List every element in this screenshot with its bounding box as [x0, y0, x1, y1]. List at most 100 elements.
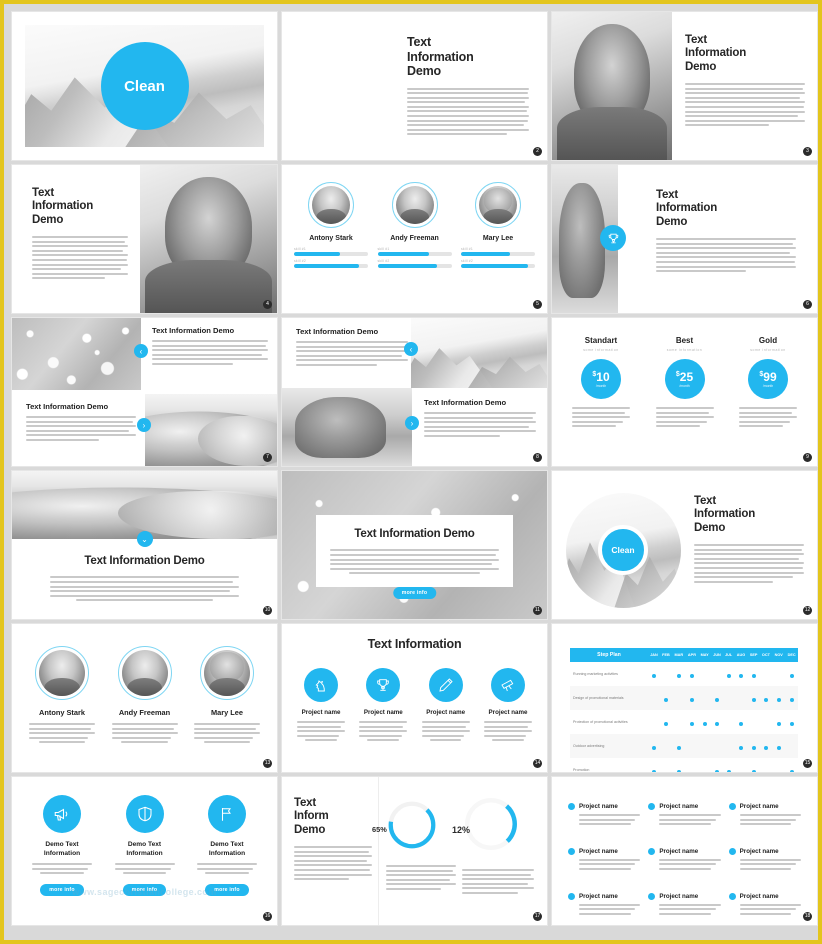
paragraph-placeholder [24, 723, 100, 744]
demo-card[interactable]: Demo Text Information more info [26, 795, 98, 897]
wave-photo [12, 471, 277, 539]
icon-feature-card[interactable]: Project name [355, 668, 411, 742]
pricing-card[interactable]: Gold some information $99 /month [731, 336, 805, 430]
slide-thumbnail-wave-hero[interactable]: ⌄ Text Information Demo 10 [12, 471, 277, 619]
slide-thumbnail-clean-circle[interactable]: Clean Text Information Demo 12 [552, 471, 817, 619]
table-cell-marker [672, 710, 686, 734]
team-member-card[interactable]: Andy Freeman skill #1 skill #2 [377, 182, 452, 268]
slide-thumbnail-donut-stats[interactable]: Text Inform Demo 65% 12% 17 [282, 777, 547, 925]
plan-period: /month [762, 383, 774, 388]
more-info-button[interactable]: more info [392, 587, 437, 599]
slide-body: Text Information Demo [685, 34, 805, 129]
table-row-label: Outdoor advertising [573, 744, 605, 748]
icon-feature-card[interactable]: Project name [480, 668, 536, 742]
more-info-button[interactable]: more info [40, 884, 84, 897]
table-cell-marker [785, 686, 798, 710]
slide-thumbnail-split-left[interactable]: Text Information Demo ‹ Text Information… [12, 318, 277, 466]
project-title: Project name [659, 803, 699, 810]
paragraph-placeholder [34, 576, 255, 602]
table-cell-marker [760, 758, 773, 772]
slide-thumbnail-step-plan[interactable]: Step Plan JAN FEB MAR APR MAY JUN JUL AU… [552, 624, 817, 772]
table-cell-marker [660, 758, 672, 772]
plan-price: 10 [596, 369, 610, 384]
table-cell-marker [711, 662, 723, 686]
project-title: Project name [579, 892, 618, 900]
project-item[interactable]: Project name [648, 892, 721, 918]
table-cell-marker [748, 662, 760, 686]
more-info-button[interactable]: more info [205, 884, 249, 897]
project-item[interactable]: Project name [568, 803, 641, 828]
slide-heading: Text Information Demo [152, 326, 235, 335]
slide-thumbnail-photo-text-1[interactable]: Text Information Demo 3 [552, 12, 817, 160]
table-cell-marker [748, 686, 760, 710]
slide-thumbnail-team-large[interactable]: Antony Stark Andy Freeman Mary Lee 13 [12, 624, 277, 772]
slide-heading: Text Inform Demo [294, 797, 329, 836]
slide-thumbnail-demo-cards[interactable]: Demo Text Information more info Demo Tex… [12, 777, 277, 925]
paragraph-placeholder [296, 341, 408, 366]
slide-thumbnail-text-demo-1[interactable]: Text Information Demo 2 [282, 12, 547, 160]
plan-price-badge: $99 /month [748, 359, 788, 399]
table-cell-marker [711, 758, 723, 772]
pricing-card[interactable]: Standart some information $10 /month [564, 336, 638, 430]
mountain-photo [411, 318, 547, 388]
project-item[interactable]: Project name [568, 892, 641, 918]
project-item[interactable]: Project name [568, 847, 641, 873]
skill-label: skill #1 [294, 247, 306, 251]
demo-card[interactable]: Demo Text Information more info [109, 795, 181, 897]
slide-thumbnail-project-grid[interactable]: Project name Project name Project name Proj… [552, 777, 817, 925]
team-member-card[interactable]: Mary Lee [189, 646, 265, 744]
table-cell-marker [698, 662, 711, 686]
team-member-name: Antony Stark [39, 708, 85, 717]
slide-thumbnail-icon-features[interactable]: Text Information Project name Project na… [282, 624, 547, 772]
slide-thumbnail-text-photo-1[interactable]: Text Information Demo 4 [12, 165, 277, 313]
table-cell-marker [785, 758, 798, 772]
pricing-card[interactable]: Best some information $25 /month [648, 336, 722, 430]
demo-card[interactable]: Demo Text Information more info [191, 795, 263, 897]
plan-price-badge: $10 /month [581, 359, 621, 399]
content-card: Text Information Demo [316, 515, 513, 588]
paragraph-placeholder [480, 721, 536, 742]
donut-stat: 65% [372, 799, 456, 893]
team-member-card[interactable]: Antony Stark [24, 646, 100, 744]
table-cell-marker [686, 662, 699, 686]
icon-feature-card[interactable]: Project name [418, 668, 474, 742]
icon-feature-card[interactable]: Project name [293, 668, 349, 742]
project-title: Project name [579, 847, 618, 855]
table-header-cell: AUG [736, 653, 746, 657]
plan-period: /month [679, 383, 690, 388]
table-row-label: Promotion [573, 768, 590, 772]
arrow-left-icon[interactable]: ‹ [134, 344, 148, 358]
slide-heading: Text Information Demo [354, 528, 475, 540]
project-item[interactable]: Project name [648, 803, 721, 828]
chevron-down-icon[interactable]: ⌄ [136, 531, 153, 547]
team-member-card[interactable]: Antony Stark skill #1 skill #2 [294, 182, 368, 268]
slide-thumbnail-split-right[interactable]: Text Information Demo ‹ Text Information… [282, 318, 547, 466]
project-item[interactable]: Project name [648, 847, 721, 873]
table-row: Running marketing activities [570, 662, 798, 686]
table-cell-marker [734, 734, 747, 758]
slide-thumbnail-trophy-text[interactable]: Text Information Demo 6 [552, 165, 817, 313]
table-cell-marker [660, 734, 672, 758]
table-cell-marker [748, 710, 760, 734]
bullet-icon [568, 847, 575, 855]
slide-thumbnail-card-over-photo[interactable]: Text Information Demo more info 11 [282, 471, 547, 619]
arrow-left-icon[interactable]: ‹ [404, 342, 418, 356]
arrow-right-icon[interactable]: › [137, 418, 151, 432]
table-cell-marker [648, 662, 660, 686]
project-item[interactable]: Project name [728, 803, 801, 828]
table-header-cell: APR [687, 653, 696, 657]
more-info-button[interactable]: more info [122, 884, 167, 897]
slide-heading: Text Information Demo [84, 555, 205, 567]
slide-heading: Text Information Demo [424, 398, 507, 407]
team-member-card[interactable]: Mary Lee skill #1 skill #2 [461, 182, 535, 268]
arrow-right-icon[interactable]: › [405, 416, 419, 430]
water-drops-photo [12, 318, 141, 390]
project-item[interactable]: Project name [728, 847, 801, 873]
slide-thumbnail-pricing[interactable]: Standart some information $10 /month Bes… [552, 318, 817, 466]
skill-label: skill #1 [377, 247, 390, 251]
avatar [391, 182, 438, 228]
team-member-card[interactable]: Andy Freeman [107, 646, 183, 744]
project-item[interactable]: Project name [728, 892, 801, 918]
slide-thumbnail-team[interactable]: Antony Stark skill #1 skill #2 Andy Free… [282, 165, 547, 313]
slide-thumbnail-cover[interactable]: Clean [12, 12, 277, 160]
